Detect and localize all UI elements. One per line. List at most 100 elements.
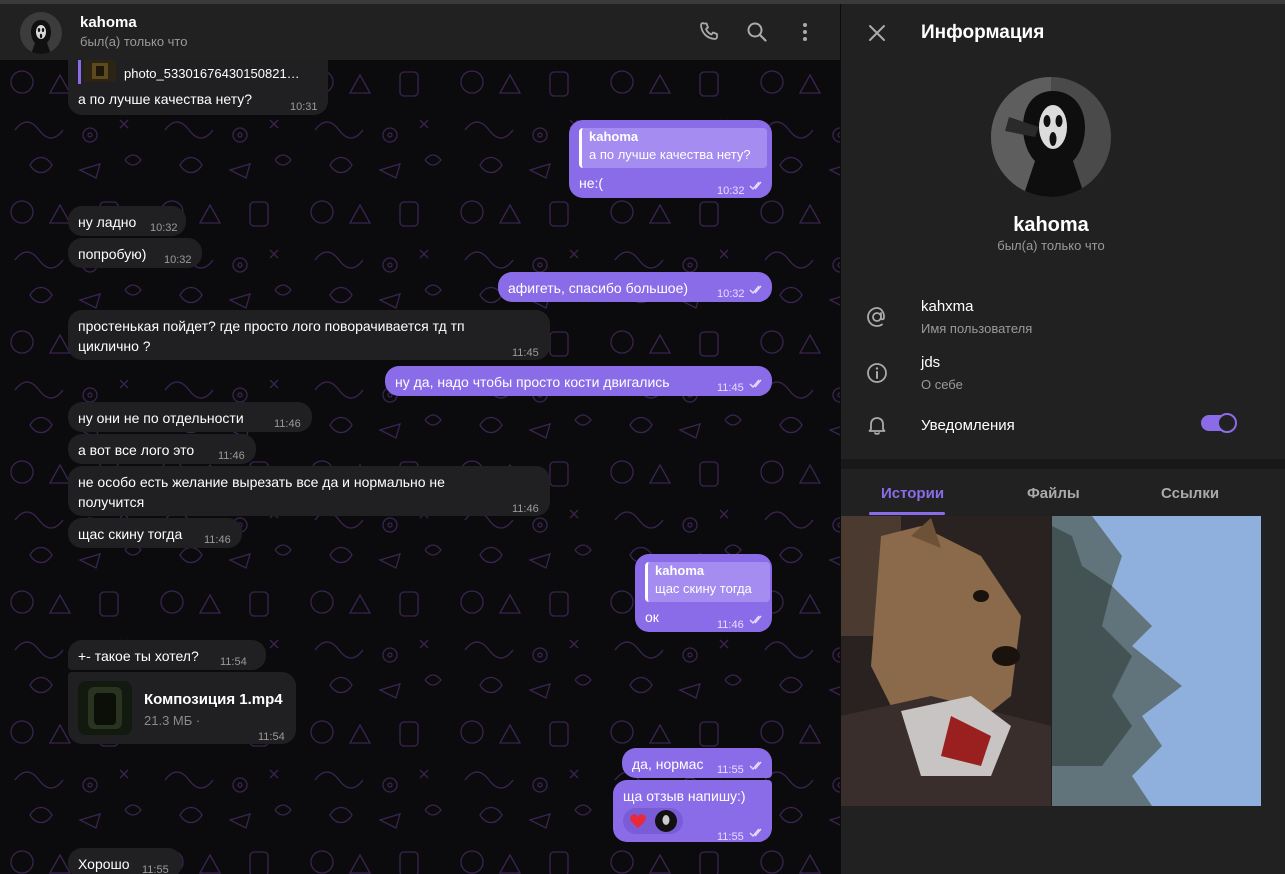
reactor-avatar — [655, 810, 677, 832]
message-bubble[interactable]: щас скину тогда 11:46 — [68, 518, 242, 548]
message-time: 10:31 — [290, 101, 318, 113]
message-time: 11:55 — [717, 764, 744, 776]
photo-thumbnail[interactable] — [84, 60, 116, 82]
message-text: щас скину тогда — [78, 526, 183, 542]
message-text: попробую) — [78, 246, 147, 262]
message-time: 10:32 — [717, 288, 745, 300]
read-ticks-icon — [749, 285, 762, 295]
message-time: 11:54 — [220, 656, 247, 668]
message-time: 11:55 — [142, 864, 169, 874]
username-value[interactable]: kahxma — [921, 298, 974, 315]
more-vertical-icon[interactable] — [793, 20, 817, 44]
tab-stories[interactable]: Истории — [881, 485, 944, 502]
chat-contact-name[interactable]: kahoma — [80, 14, 137, 31]
message-bubble[interactable]: да, нормас 11:55 — [622, 748, 772, 778]
message-time: 10:32 — [717, 185, 745, 197]
reply-quote[interactable]: kahoma а по лучше качества нету? — [579, 128, 767, 168]
attachment-name: photo_53301676430150821… — [124, 66, 300, 81]
message-text: а вот все лого это — [78, 442, 195, 458]
profile-avatar[interactable] — [991, 77, 1111, 197]
message-bubble[interactable]: попробую) 10:32 — [68, 238, 202, 268]
message-time: 11:45 — [717, 382, 744, 394]
tab-files[interactable]: Файлы — [1027, 485, 1080, 502]
chat-contact-status: был(а) только что — [80, 34, 188, 49]
message-bubble[interactable]: афигеть, спасибо большое) 10:32 — [498, 272, 772, 302]
reply-quote[interactable]: kahoma щас скину тогда — [645, 562, 770, 602]
info-icon — [867, 363, 887, 383]
message-text: ну они не по отдельности — [78, 410, 244, 426]
username-label: Имя пользователя — [921, 321, 1033, 336]
message-bubble[interactable]: не особо есть желание вырезать все да и … — [68, 466, 550, 516]
message-text: не особо есть желание вырезать все да и … — [78, 474, 445, 490]
message-text-line2: получится — [78, 494, 145, 510]
active-tab-indicator — [869, 512, 945, 515]
message-text: а по лучше качества нету? — [78, 91, 253, 107]
file-message[interactable]: Композиция 1.mp4 21.3 МБ · 11:54 — [68, 672, 296, 744]
section-separator — [841, 459, 1285, 469]
reply-author: kahoma — [655, 563, 705, 578]
story-thumbnail[interactable] — [1052, 516, 1261, 806]
message-text: афигеть, спасибо большое) — [508, 280, 689, 296]
bio-label: О себе — [921, 377, 963, 392]
message-text: ща отзыв напишу:) — [623, 788, 746, 804]
profile-status: был(а) только что — [997, 238, 1105, 253]
bio-value: jds — [921, 354, 941, 371]
reaction-chip[interactable] — [623, 808, 683, 834]
message-bubble[interactable]: ну они не по отдельности 11:46 — [68, 402, 312, 432]
message-bubble[interactable]: ща отзыв напишу:) 11:55 — [613, 780, 772, 843]
read-ticks-icon — [749, 761, 762, 771]
heart-icon — [630, 814, 646, 828]
message-time: 11:46 — [717, 619, 744, 631]
tab-links[interactable]: Ссылки — [1161, 485, 1219, 502]
notifications-toggle[interactable] — [1201, 413, 1237, 433]
chat-area: kahoma был(а) только что photo_533016764… — [0, 4, 840, 874]
story-thumbnail[interactable] — [841, 516, 1051, 806]
message-time: 10:32 — [164, 254, 192, 266]
message-text: ну да, надо чтобы просто кости двигались — [395, 374, 670, 390]
message-bubble[interactable]: а вот все лого это 11:46 — [68, 434, 256, 464]
panel-title: Информация — [921, 22, 1045, 43]
reply-bar — [78, 60, 81, 84]
message-text: простенькая пойдет? где просто лого пово… — [78, 318, 465, 334]
read-ticks-icon — [749, 379, 762, 389]
message-bubble[interactable]: простенькая пойдет? где просто лого пово… — [68, 310, 550, 360]
message-time: 11:55 — [717, 831, 744, 843]
read-ticks-icon — [749, 828, 762, 838]
read-ticks-icon — [749, 615, 762, 625]
file-name[interactable]: Композиция 1.mp4 — [144, 690, 283, 710]
close-icon[interactable] — [867, 23, 887, 43]
message-bubble[interactable]: ну да, надо чтобы просто кости двигались… — [385, 366, 772, 396]
message-time: 11:46 — [204, 534, 231, 546]
message-text: да, нормас — [632, 756, 704, 772]
search-icon[interactable] — [745, 20, 769, 44]
message-bubble[interactable]: kahoma щас скину тогда ок 11:46 — [635, 554, 772, 632]
reply-author: kahoma — [589, 129, 639, 144]
file-size: 21.3 МБ · — [144, 713, 201, 728]
message-time: 11:46 — [512, 503, 539, 515]
reply-text: щас скину тогда — [655, 581, 752, 596]
contact-avatar[interactable] — [20, 12, 62, 54]
message-text: Хорошо — [78, 856, 130, 872]
message-bubble[interactable]: +- такое ты хотел? 11:54 — [68, 640, 266, 670]
message-bubble[interactable]: ну ладно 10:32 — [68, 206, 186, 236]
read-ticks-icon — [749, 181, 762, 191]
message-bubble[interactable]: photo_53301676430150821… а по лучше каче… — [68, 60, 328, 115]
profile-name: kahoma — [1013, 214, 1089, 236]
message-time: 10:32 — [150, 222, 178, 234]
message-time: 11:45 — [512, 347, 539, 359]
message-text: ну ладно — [78, 214, 137, 230]
message-time: 11:54 — [258, 731, 285, 743]
toggle-knob — [1217, 413, 1237, 433]
reply-text: а по лучше качества нету? — [589, 147, 751, 162]
message-text-line2: циклично ? — [78, 338, 151, 354]
message-text: ок — [645, 609, 659, 625]
message-bubble[interactable]: kahoma а по лучше качества нету? не:( 10… — [569, 120, 772, 198]
message-text: не:( — [579, 175, 604, 191]
notifications-label[interactable]: Уведомления — [921, 417, 1015, 434]
video-thumbnail[interactable] — [78, 681, 132, 735]
message-time: 11:46 — [274, 418, 301, 430]
chat-header[interactable]: kahoma был(а) только что — [0, 4, 840, 60]
message-bubble[interactable]: Хорошо 11:55 — [68, 848, 182, 874]
phone-icon[interactable] — [697, 20, 721, 44]
message-text: +- такое ты хотел? — [78, 648, 199, 664]
